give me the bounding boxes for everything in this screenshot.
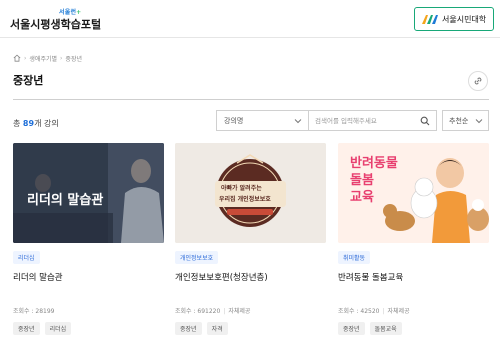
source-label: 자체제공 <box>387 308 410 315</box>
share-link-button[interactable] <box>468 71 488 91</box>
category-tag: 개인정보보호 <box>175 251 219 264</box>
univ-button-label: 서울시민대학 <box>442 14 487 24</box>
page-title: 중장년 <box>13 74 44 87</box>
thumbnail-title: 반려동물 돌봄 교육 <box>350 156 398 205</box>
course-chips: 중장년 돌봄교육 <box>338 322 402 335</box>
chip: 돌봄교육 <box>369 322 402 335</box>
thumbnail-title: 리더의 말습관 <box>27 193 104 208</box>
course-count: 총 89개 강의 <box>13 119 59 128</box>
search-input[interactable] <box>315 115 415 127</box>
view-count: 조회수 : 691220 <box>175 308 221 315</box>
sort-value: 추천순 <box>449 116 469 125</box>
chip: 중장년 <box>13 322 40 335</box>
course-title[interactable]: 반려동물 돌봄교육 <box>338 271 489 283</box>
course-chips: 중장년 리더십 <box>13 322 72 335</box>
course-card[interactable]: 반려동물 돌봄 교육 취미활동 반려동물 돌봄교육 조회수 : 42520 | 자체… <box>338 143 489 335</box>
link-icon <box>474 77 482 85</box>
course-card[interactable]: 아빠가 알려주는 우리집 개인정보보호 개인정보보호 개인정보보호편(청장년층)… <box>175 143 326 335</box>
course-thumbnail[interactable]: 리더의 말습관 <box>13 143 164 243</box>
chip: 자격 <box>206 322 228 335</box>
course-title[interactable]: 개인정보보호편(청장년층) <box>175 271 326 283</box>
course-thumbnail[interactable]: 아빠가 알려주는 우리집 개인정보보호 <box>175 143 326 243</box>
category-tag: 취미활동 <box>338 251 371 264</box>
thumbnail-line-1: 아빠가 알려주는 <box>221 185 262 192</box>
view-count: 조회수 : 28199 <box>13 308 55 315</box>
breadcrumb-item-lifecycle[interactable]: 생애주기별 <box>29 54 57 63</box>
chip: 리더십 <box>44 322 72 335</box>
source-label: 자체제공 <box>228 308 251 315</box>
category-tag: 리더십 <box>13 251 40 264</box>
citizen-university-logo-icon <box>422 15 438 24</box>
chip: 중장년 <box>175 322 202 335</box>
course-card[interactable]: 리더의 말습관 리더십 리더의 말습관 조회수 : 28199 중장년 리더십 <box>13 143 164 335</box>
chevron-down-icon <box>294 119 302 124</box>
search-type-value: 강의명 <box>224 116 244 125</box>
view-count: 조회수 : 42520 <box>338 308 380 315</box>
breadcrumb-separator-icon: › <box>24 54 27 62</box>
sort-select[interactable]: 추천순 <box>442 110 489 131</box>
course-title[interactable]: 리더의 말습관 <box>13 271 164 283</box>
course-thumbnail[interactable]: 반려동물 돌봄 교육 <box>338 143 489 243</box>
course-meta: 조회수 : 691220 | 자체제공 <box>175 308 251 315</box>
search-type-select[interactable]: 강의명 <box>216 110 308 131</box>
breadcrumb-item-current[interactable]: 중장년 <box>65 54 82 63</box>
breadcrumb-separator-icon: › <box>60 54 63 62</box>
seoul-citizen-university-button[interactable]: 서울시민대학 <box>414 7 494 31</box>
course-meta: 조회수 : 42520 | 자체제공 <box>338 308 410 315</box>
site-header: 서울런+ 서울시평생학습포털 서울시민대학 <box>0 0 500 38</box>
logo-seoul-learn: 서울런+ <box>59 9 82 16</box>
privacy-badge-image <box>175 143 326 243</box>
home-icon[interactable] <box>13 54 21 62</box>
search-box <box>308 110 437 131</box>
chevron-down-icon <box>475 119 483 124</box>
thumbnail-line-2: 우리집 개인정보보호 <box>219 196 271 203</box>
breadcrumb: › 생애주기별 › 중장년 <box>13 52 82 64</box>
chip: 중장년 <box>338 322 365 335</box>
title-divider <box>13 99 489 100</box>
search-icon[interactable] <box>420 116 430 126</box>
course-chips: 중장년 자격 <box>175 322 228 335</box>
course-meta: 조회수 : 28199 <box>13 306 54 315</box>
course-count-number: 89 <box>22 119 35 128</box>
site-logo[interactable]: 서울런+ 서울시평생학습포털 <box>10 6 110 34</box>
logo-title: 서울시평생학습포털 <box>10 18 102 31</box>
